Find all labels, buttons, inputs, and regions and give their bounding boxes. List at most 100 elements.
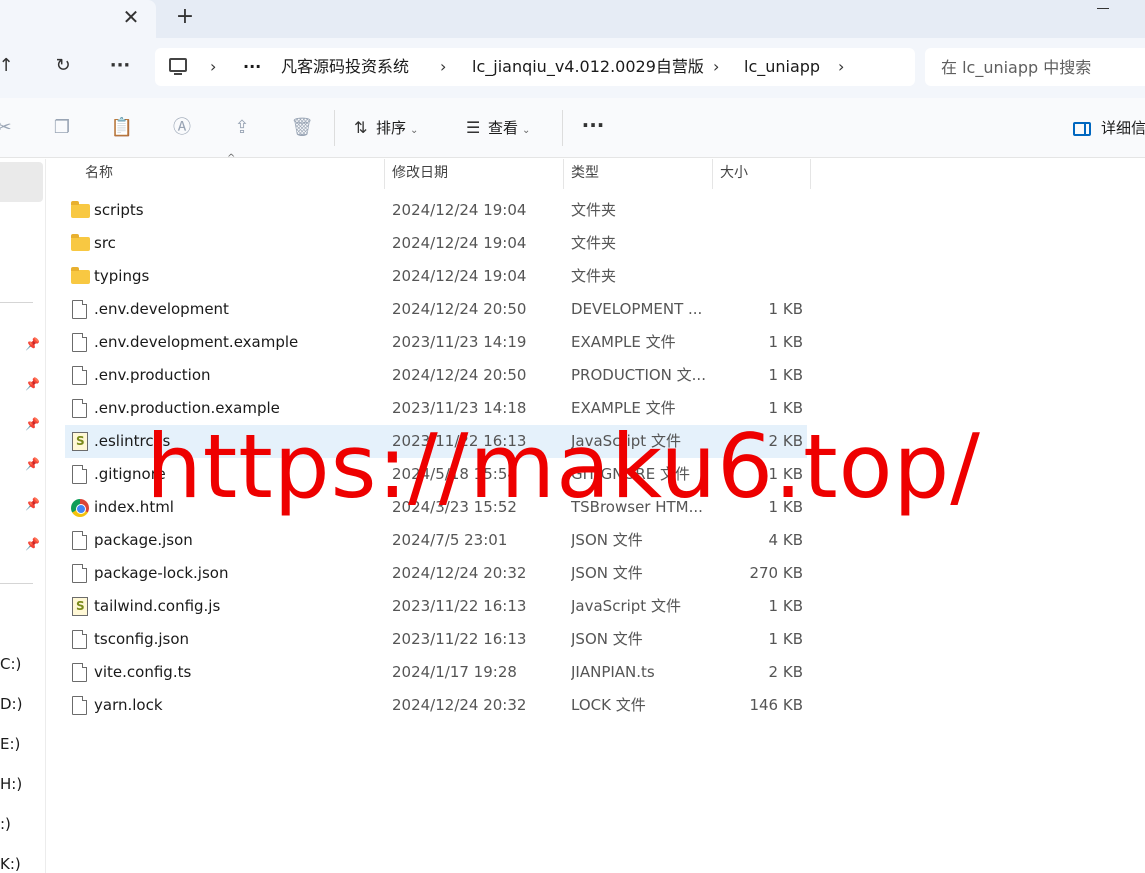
column-header-size[interactable]: 大小 [720, 159, 748, 189]
chevron-down-icon: ⌄ [410, 125, 419, 136]
pin-icon[interactable]: 📌 [25, 417, 40, 431]
file-type: EXAMPLE 文件 [571, 333, 676, 351]
file-row[interactable]: scripts 2024/12/24 19:04 文件夹 [65, 194, 807, 227]
sort-ascending-icon: ^ [227, 153, 236, 164]
file-date: 2023/11/22 16:13 [392, 630, 527, 648]
tab-close-icon[interactable]: ✕ [121, 4, 141, 30]
file-row[interactable]: src 2024/12/24 19:04 文件夹 [65, 227, 807, 260]
breadcrumb-overflow[interactable]: ··· [243, 56, 261, 78]
file-row[interactable]: tsconfig.json 2023/11/22 16:13 JSON 文件 1 KB [65, 623, 807, 656]
column-resize-handle[interactable] [384, 159, 385, 189]
sort-label: 排序 [376, 119, 407, 137]
file-row[interactable]: vite.config.ts 2024/1/17 19:28 JIANPIAN.ts… [65, 656, 807, 689]
drive-item[interactable]: D:) [0, 694, 22, 714]
column-header-name[interactable]: 名称 [85, 159, 113, 189]
search-input[interactable] [925, 48, 1145, 86]
drive-item[interactable]: K:) [0, 854, 21, 873]
this-pc-icon[interactable] [169, 58, 187, 75]
column-resize-handle[interactable] [712, 159, 713, 189]
drive-item[interactable]: H:) [0, 774, 22, 794]
file-name: typings [94, 267, 150, 285]
more-options-icon[interactable]: ··· [106, 52, 134, 80]
column-resize-handle[interactable] [563, 159, 564, 189]
file-size: 4 KB [768, 531, 803, 549]
view-label: 查看 [488, 119, 519, 137]
folder-icon [71, 267, 90, 284]
file-name: .env.development.example [94, 333, 299, 351]
file-name: src [94, 234, 116, 252]
cut-icon[interactable]: ✂ [0, 116, 16, 140]
file-row[interactable]: .env.development 2024/12/24 20:50 DEVELOPM… [65, 293, 807, 326]
file-size [715, 227, 803, 260]
file-row[interactable]: tailwind.config.js 2023/11/22 16:13 JavaSc… [65, 590, 807, 623]
share-icon[interactable]: ⇪ [230, 116, 254, 140]
paste-icon[interactable]: 📋 [110, 116, 134, 140]
drive-item[interactable]: E:) [0, 734, 20, 754]
file-row[interactable]: yarn.lock 2024/12/24 20:32 LOCK 文件 146 KB [65, 689, 807, 722]
file-name: .env.production [94, 366, 211, 384]
breadcrumb-item[interactable]: lc_jianqiu_v4.012.0029自营版 [472, 56, 704, 78]
nav-selected-item[interactable] [0, 162, 43, 202]
file-icon [72, 333, 87, 352]
more-button[interactable]: ··· [580, 114, 606, 142]
file-row[interactable]: .env.production 2024/12/24 20:50 PRODUCTIO… [65, 359, 807, 392]
rename-icon[interactable]: Ⓐ [170, 116, 194, 140]
pin-icon[interactable]: 📌 [25, 497, 40, 511]
pin-icon[interactable]: 📌 [25, 457, 40, 471]
view-button[interactable]: ☰ 查看 ⌄ [466, 114, 530, 142]
column-header-date[interactable]: 修改日期 [392, 159, 448, 189]
divider [0, 583, 33, 584]
file-size [715, 260, 803, 293]
file-size: 1 KB [768, 597, 803, 615]
breadcrumb-item[interactable]: 凡客源码投资系统 [281, 56, 409, 78]
chevron-right-icon[interactable]: › [713, 56, 719, 78]
details-pane-icon [1073, 121, 1091, 136]
file-name: tailwind.config.js [94, 597, 221, 615]
file-icon [72, 696, 87, 715]
refresh-icon[interactable]: ↻ [49, 52, 77, 80]
file-row[interactable]: typings 2024/12/24 19:04 文件夹 [65, 260, 807, 293]
column-header-type[interactable]: 类型 [571, 159, 599, 189]
new-tab-icon[interactable]: + [173, 4, 197, 30]
file-row[interactable]: package.json 2024/7/5 23:01 JSON 文件 4 KB [65, 524, 807, 557]
file-row[interactable]: .env.development.example 2023/11/23 14:19… [65, 326, 807, 359]
navigation-pane: 📌 📌 📌 📌 📌 📌 C:) D:) E:) H:) :) K:) [0, 159, 46, 873]
pin-icon[interactable]: 📌 [25, 337, 40, 351]
up-arrow-icon[interactable]: ↑ [0, 52, 20, 80]
chevron-right-icon[interactable]: › [838, 56, 844, 78]
minimize-icon[interactable] [1097, 8, 1109, 9]
drive-item[interactable]: C:) [0, 654, 21, 674]
file-type: LOCK 文件 [571, 696, 646, 714]
chevron-right-icon[interactable]: › [440, 56, 446, 78]
column-resize-handle[interactable] [810, 159, 811, 189]
divider [562, 110, 563, 146]
file-name: scripts [94, 201, 144, 219]
title-bar: ✕ + [0, 0, 1145, 38]
file-type: JSON 文件 [571, 564, 643, 582]
watermark-text: https://maku6.top/ [146, 415, 981, 518]
file-type: JIANPIAN.ts [571, 663, 655, 681]
file-name: package-lock.json [94, 564, 229, 582]
details-button[interactable]: 详细信 [1073, 114, 1145, 142]
breadcrumb-item[interactable]: lc_uniapp [744, 56, 820, 78]
drive-item[interactable]: :) [0, 814, 11, 834]
file-date: 2024/12/24 19:04 [392, 201, 527, 219]
sort-button[interactable]: ⇅ 排序 ⌄ [354, 114, 418, 142]
file-row[interactable]: package-lock.json 2024/12/24 20:32 JSON 文件… [65, 557, 807, 590]
address-bar[interactable]: › ··· 凡客源码投资系统 › lc_jianqiu_v4.012.0029自… [155, 48, 915, 86]
file-size: 270 KB [749, 564, 803, 582]
pin-icon[interactable]: 📌 [25, 537, 40, 551]
pin-icon[interactable]: 📌 [25, 377, 40, 391]
file-type: 文件夹 [571, 201, 617, 219]
file-icon [72, 366, 87, 385]
details-label: 详细信 [1101, 119, 1145, 137]
file-date: 2024/1/17 19:28 [392, 663, 517, 681]
file-size [715, 194, 803, 227]
file-date: 2024/12/24 20:50 [392, 366, 527, 384]
file-date: 2024/12/24 20:32 [392, 564, 527, 582]
file-name: package.json [94, 531, 193, 549]
chevron-right-icon[interactable]: › [210, 56, 216, 78]
delete-icon[interactable]: 🗑 [290, 116, 314, 140]
copy-icon[interactable]: ❐ [50, 116, 74, 140]
active-tab[interactable]: ✕ [0, 0, 156, 38]
